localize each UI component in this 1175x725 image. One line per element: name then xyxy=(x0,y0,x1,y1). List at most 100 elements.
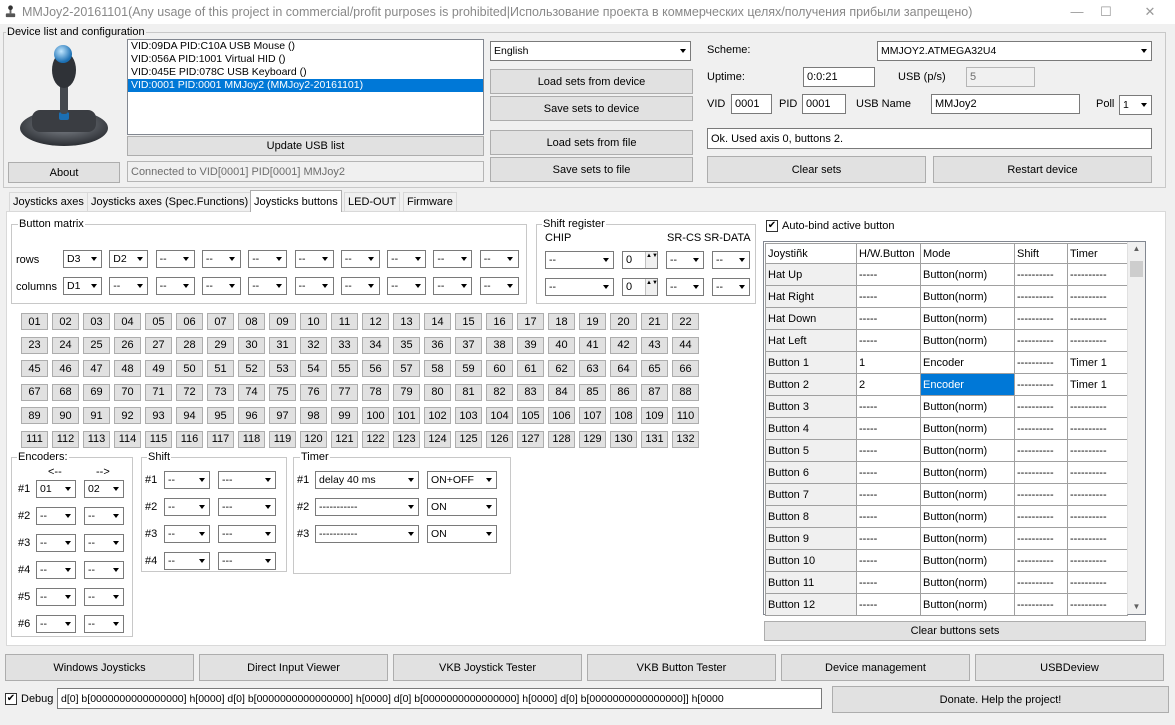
table-cell[interactable]: Button 7 xyxy=(765,483,857,506)
button-number-83[interactable]: 83 xyxy=(517,383,544,401)
button-number-20[interactable]: 20 xyxy=(610,313,637,330)
button-number-97[interactable]: 97 xyxy=(269,407,296,424)
button-number-73[interactable]: 73 xyxy=(207,383,234,401)
matrix-column-select[interactable]: -- xyxy=(294,277,334,295)
table-cell[interactable]: ---------- xyxy=(1014,527,1068,550)
button-number-118[interactable]: 118 xyxy=(238,430,265,448)
load-sets-device-button[interactable]: Load sets from device xyxy=(490,69,693,94)
table-cell[interactable]: Button(norm) xyxy=(920,505,1015,528)
tool-button-vkb-joystick-tester[interactable]: VKB Joystick Tester xyxy=(393,654,582,681)
autobind-checkbox[interactable]: ✔ xyxy=(766,220,778,232)
button-number-46[interactable]: 46 xyxy=(52,360,79,377)
table-header-cell[interactable]: Shift xyxy=(1014,243,1068,264)
button-number-94[interactable]: 94 xyxy=(176,407,203,424)
table-cell[interactable]: Button(norm) xyxy=(920,549,1015,572)
table-cell[interactable]: ----- xyxy=(856,417,921,440)
button-number-24[interactable]: 24 xyxy=(52,336,79,354)
button-number-82[interactable]: 82 xyxy=(486,383,513,401)
button-number-120[interactable]: 120 xyxy=(300,430,327,448)
table-cell[interactable]: ----- xyxy=(856,571,921,594)
matrix-column-select[interactable]: -- xyxy=(201,277,241,295)
button-number-53[interactable]: 53 xyxy=(269,360,296,377)
button-number-126[interactable]: 126 xyxy=(486,430,513,448)
scroll-down-icon[interactable]: ▼ xyxy=(1130,602,1143,612)
button-number-29[interactable]: 29 xyxy=(207,336,234,354)
device-list-item[interactable]: VID:09DA PID:C10A USB Mouse () xyxy=(128,40,483,53)
shift-button-select[interactable]: -- xyxy=(164,498,210,516)
table-cell[interactable]: ---------- xyxy=(1014,571,1068,594)
table-row[interactable]: Button 3 ----- Button(norm) ---------- -----… xyxy=(765,395,1128,418)
encoder-left-select[interactable]: -- xyxy=(36,561,76,579)
button-number-43[interactable]: 43 xyxy=(641,336,668,354)
button-number-92[interactable]: 92 xyxy=(114,407,141,424)
tab-joysticks-axes-spec[interactable]: Joysticks axes (Spec.Functions) xyxy=(87,192,253,211)
table-cell[interactable]: Button 6 xyxy=(765,461,857,484)
device-list-item[interactable]: VID:056A PID:1001 Virtual HID () xyxy=(128,53,483,66)
shift-button-select[interactable]: -- xyxy=(164,471,210,489)
table-header-cell[interactable]: Mode xyxy=(920,243,1015,264)
table-cell[interactable]: ---------- xyxy=(1067,417,1128,440)
button-number-14[interactable]: 14 xyxy=(424,313,451,330)
poll-select[interactable]: 1 xyxy=(1119,95,1152,115)
table-cell[interactable]: ----- xyxy=(856,549,921,572)
matrix-row-select[interactable]: -- xyxy=(294,250,334,268)
table-cell[interactable]: Hat Down xyxy=(765,307,857,330)
encoder-left-select[interactable]: -- xyxy=(36,588,76,606)
matrix-column-select[interactable]: -- xyxy=(340,277,380,295)
table-row[interactable]: Button 8 ----- Button(norm) ---------- -----… xyxy=(765,505,1128,528)
button-number-32[interactable]: 32 xyxy=(300,336,327,354)
table-cell[interactable]: Button(norm) xyxy=(920,461,1015,484)
table-cell[interactable]: Hat Right xyxy=(765,285,857,308)
timer-mode-select[interactable]: ON+OFF xyxy=(427,471,497,489)
maximize-button[interactable]: ☐ xyxy=(1086,0,1126,24)
button-number-17[interactable]: 17 xyxy=(517,313,544,330)
about-button[interactable]: About xyxy=(8,162,120,183)
button-number-16[interactable]: 16 xyxy=(486,313,513,330)
table-cell[interactable]: ---------- xyxy=(1014,483,1068,506)
sr-count-spinner[interactable]: 0 ▲▼ xyxy=(622,278,658,296)
button-number-15[interactable]: 15 xyxy=(455,313,482,330)
table-cell[interactable]: Button(norm) xyxy=(920,483,1015,506)
button-number-41[interactable]: 41 xyxy=(579,336,606,354)
button-number-72[interactable]: 72 xyxy=(176,383,203,401)
button-number-75[interactable]: 75 xyxy=(269,383,296,401)
matrix-row-select[interactable]: D2 xyxy=(109,250,149,268)
tab-firmware[interactable]: Firmware xyxy=(403,192,457,211)
button-number-85[interactable]: 85 xyxy=(579,383,606,401)
button-number-116[interactable]: 116 xyxy=(176,430,203,448)
button-number-95[interactable]: 95 xyxy=(207,407,234,424)
button-number-107[interactable]: 107 xyxy=(579,407,606,424)
pid-field[interactable]: 0001 xyxy=(802,94,846,114)
table-row[interactable]: Button 11 ----- Button(norm) ---------- ----… xyxy=(765,571,1128,594)
table-cell[interactable]: Button 5 xyxy=(765,439,857,462)
table-cell[interactable]: ---------- xyxy=(1067,549,1128,572)
button-number-98[interactable]: 98 xyxy=(300,407,327,424)
tool-button-device-management[interactable]: Device management xyxy=(781,654,970,681)
table-cell[interactable]: ---------- xyxy=(1067,593,1128,616)
table-cell[interactable]: ----- xyxy=(856,395,921,418)
button-number-52[interactable]: 52 xyxy=(238,360,265,377)
button-number-42[interactable]: 42 xyxy=(610,336,637,354)
table-cell[interactable]: Button(norm) xyxy=(920,285,1015,308)
button-number-18[interactable]: 18 xyxy=(548,313,575,330)
table-cell[interactable]: 1 xyxy=(856,351,921,374)
button-number-34[interactable]: 34 xyxy=(362,336,389,354)
table-cell[interactable]: ---------- xyxy=(1067,439,1128,462)
joystick-buttons-table[interactable]: Joystiñk H/W.Button Mode Shift Timer Hat Up -… xyxy=(765,243,1128,616)
table-cell[interactable]: ---------- xyxy=(1014,373,1068,396)
button-number-108[interactable]: 108 xyxy=(610,407,637,424)
table-row[interactable]: Button 2 2 Encoder ---------- Timer 1 xyxy=(765,373,1128,396)
table-cell[interactable]: ----- xyxy=(856,307,921,330)
table-cell[interactable]: ---------- xyxy=(1067,483,1128,506)
clear-sets-button[interactable]: Clear sets xyxy=(707,156,926,183)
table-cell[interactable]: Button 2 xyxy=(765,373,857,396)
matrix-column-select[interactable]: -- xyxy=(433,277,473,295)
table-scrollbar[interactable]: ▲ ▼ xyxy=(1127,242,1145,614)
button-number-100[interactable]: 100 xyxy=(362,407,389,424)
encoder-right-select[interactable]: -- xyxy=(84,534,124,552)
table-cell[interactable]: ----- xyxy=(856,263,921,286)
table-cell[interactable]: ---------- xyxy=(1014,351,1068,374)
button-number-112[interactable]: 112 xyxy=(52,430,79,448)
timer-mode-select[interactable]: ON xyxy=(427,525,497,543)
scroll-thumb[interactable] xyxy=(1130,261,1143,277)
